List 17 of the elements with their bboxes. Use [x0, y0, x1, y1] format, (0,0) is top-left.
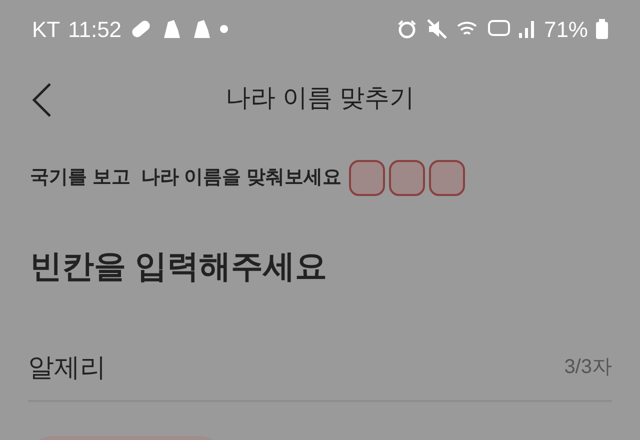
mute-icon	[426, 18, 448, 40]
battery-text: 71%	[544, 16, 588, 44]
heading: 빈칸을 입력해주세요	[30, 248, 327, 284]
instruction-text: 국기를 보고 나라 이름을 맞춰보세요	[30, 166, 342, 190]
character-counter: 3/3자	[564, 355, 612, 380]
alarm-icon	[396, 18, 418, 40]
signal-icon	[518, 19, 536, 39]
carrier-text: KT	[32, 16, 60, 44]
clock-text: 11:52	[68, 16, 122, 44]
answer-slot	[349, 160, 386, 196]
answer-slot	[389, 160, 426, 196]
dot-icon	[220, 25, 228, 33]
page-title: 나라 이름 맞추기	[226, 83, 414, 114]
back-icon[interactable]	[30, 82, 54, 118]
answer-field[interactable]: 알제리	[28, 348, 228, 386]
battery-icon	[596, 19, 608, 39]
answer-slot	[429, 160, 466, 196]
